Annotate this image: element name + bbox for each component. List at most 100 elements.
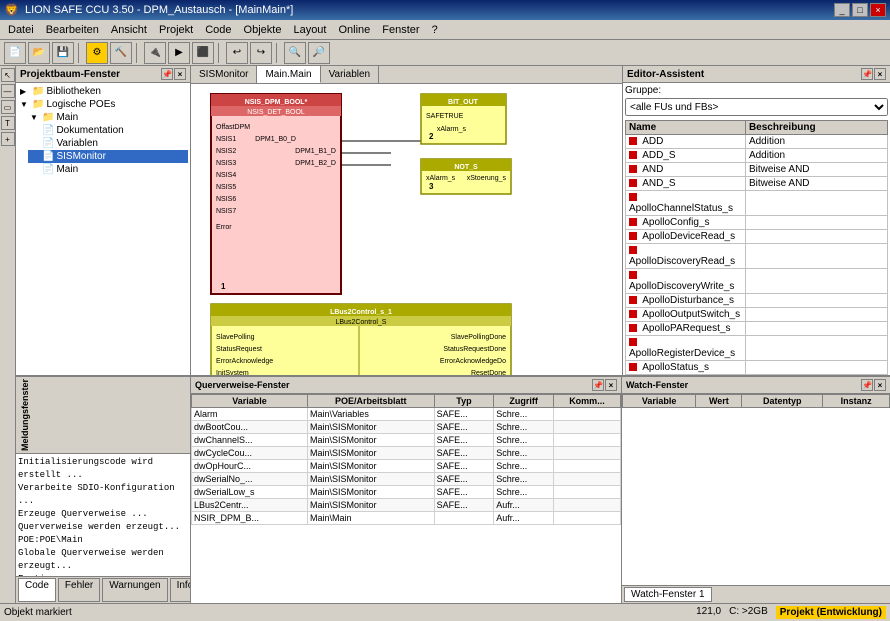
vars-close-btn[interactable]: ×: [605, 379, 617, 391]
var-cell-typ: SAFE...: [434, 421, 494, 434]
panel-pin-btn[interactable]: 📌: [161, 68, 173, 80]
editor-row[interactable]: ApolloDiscoveryRead_s: [626, 244, 888, 269]
var-row[interactable]: dwOpHourC... Main\SISMonitor SAFE... Sch…: [192, 460, 621, 473]
tree-item-logische[interactable]: ▼ 📁 Logische POEs: [18, 98, 188, 111]
function-icon: [629, 151, 637, 159]
status-memory: C: >2GB: [729, 606, 768, 619]
watch-col-instanz: Instanz: [823, 395, 890, 408]
var-row[interactable]: LBus2Centr... Main\SISMonitor SAFE... Au…: [192, 499, 621, 512]
toolbar-redo[interactable]: ↪: [250, 42, 272, 64]
close-button[interactable]: ×: [870, 3, 886, 17]
sidebar-block[interactable]: ▭: [1, 100, 15, 114]
toolbar-build[interactable]: 🔨: [110, 42, 132, 64]
sidebar-text[interactable]: T: [1, 116, 15, 130]
editor-row[interactable]: ADD Addition: [626, 135, 888, 149]
tree-item-dokumentation[interactable]: 📄 Dokumentation: [28, 124, 188, 137]
tab-watch1[interactable]: Watch-Fenster 1: [624, 587, 712, 602]
var-cell-comment: [553, 447, 620, 460]
editor-pin-btn[interactable]: 📌: [861, 68, 873, 80]
menu-fenster[interactable]: Fenster: [376, 20, 425, 40]
var-row[interactable]: dwCycleCou... Main\SISMonitor SAFE... Sc…: [192, 447, 621, 460]
var-cell-zugriff: Aufr...: [494, 499, 554, 512]
menu-code[interactable]: Code: [199, 20, 237, 40]
editor-row[interactable]: ApolloDisturbance_s: [626, 294, 888, 308]
toolbar-open[interactable]: 📂: [28, 42, 50, 64]
pin-offastdpm: OffastDPM: [216, 124, 250, 131]
maximize-button[interactable]: □: [852, 3, 868, 17]
menu-help[interactable]: ?: [426, 20, 444, 40]
var-col-poe: POE/Arbeitsblatt: [307, 395, 434, 408]
tree-item-main[interactable]: ▼ 📁 Main: [28, 111, 188, 124]
toolbar-stop[interactable]: ⬛: [192, 42, 214, 64]
editor-row[interactable]: ApolloConfig_s: [626, 216, 888, 230]
tab-code[interactable]: Code: [18, 578, 56, 602]
tree-item-main2[interactable]: 📄 Main: [28, 163, 188, 176]
toolbar-zoom-in[interactable]: 🔍: [284, 42, 306, 64]
editor-row[interactable]: AND Bitweise AND: [626, 163, 888, 177]
tab-variablen[interactable]: Variablen: [321, 66, 380, 83]
vars-pin-btn[interactable]: 📌: [592, 379, 604, 391]
watch-close-btn[interactable]: ×: [874, 379, 886, 391]
editor-row[interactable]: ApolloRegisterDevice_s: [626, 336, 888, 361]
editor-cell-name: ApolloDeviceRead_s: [626, 230, 746, 244]
menu-ansicht[interactable]: Ansicht: [105, 20, 153, 40]
menu-objekte[interactable]: Objekte: [238, 20, 288, 40]
var-col-variable: Variable: [192, 395, 308, 408]
editor-cell-desc: [745, 230, 887, 244]
group-dropdown[interactable]: <alle FUs und FBs>: [625, 98, 888, 116]
editor-row[interactable]: ApolloChannelStatus_s: [626, 191, 888, 216]
toolbar-connect[interactable]: 🔌: [144, 42, 166, 64]
var-row[interactable]: dwSerialNo_... Main\SISMonitor SAFE... S…: [192, 473, 621, 486]
tree-item-sismonitor[interactable]: 📄 SISMonitor: [28, 150, 188, 163]
editor-row[interactable]: AND_S Bitweise AND: [626, 177, 888, 191]
menu-projekt[interactable]: Projekt: [153, 20, 199, 40]
toolbar-undo[interactable]: ↩: [226, 42, 248, 64]
tab-mainmain[interactable]: Main.Main: [257, 66, 320, 83]
sidebar-zoom[interactable]: +: [1, 132, 15, 146]
tree-item-bibliotheken[interactable]: ▶ 📁 Bibliotheken: [18, 85, 188, 98]
toolbar-run[interactable]: ▶: [168, 42, 190, 64]
toolbar-zoom-out[interactable]: 🔎: [308, 42, 330, 64]
editor-cell-name: ApolloConfig_s: [626, 216, 746, 230]
diagram-canvas[interactable]: NSIS_DPM_BOOL* NSIS_DET_BOOL OffastDPM N…: [191, 84, 622, 375]
tab-infos[interactable]: Infos: [170, 578, 190, 602]
pin-error-nsis: Error: [216, 224, 232, 231]
watch-pin-btn[interactable]: 📌: [861, 379, 873, 391]
menu-bearbeiten[interactable]: Bearbeiten: [40, 20, 105, 40]
editor-row[interactable]: ApolloStatus_s: [626, 361, 888, 375]
minimize-button[interactable]: _: [834, 3, 850, 17]
var-row[interactable]: dwBootCou... Main\SISMonitor SAFE... Sch…: [192, 421, 621, 434]
editor-row[interactable]: ApolloDiscoveryWrite_s: [626, 269, 888, 294]
tab-fehler[interactable]: Fehler: [58, 578, 100, 602]
editor-row[interactable]: ApolloDeviceRead_s: [626, 230, 888, 244]
vars-scroll[interactable]: Variable POE/Arbeitsblatt Typ Zugriff Ko…: [191, 394, 621, 603]
toolbar-sep2: [136, 43, 140, 63]
log-line: Verarbeite SDIO-Konfiguration ...: [18, 482, 188, 508]
tree-item-variablen[interactable]: 📄 Variablen: [28, 137, 188, 150]
log-scroll[interactable]: Initialisierungscode wird erstellt ...Ve…: [16, 454, 190, 576]
toolbar-compile[interactable]: ⚙: [86, 42, 108, 64]
toolbar-new[interactable]: 📄: [4, 42, 26, 64]
var-row[interactable]: Alarm Main\Variables SAFE... Schre...: [192, 408, 621, 421]
tab-warnungen[interactable]: Warnungen: [102, 578, 167, 602]
toolbar-save[interactable]: 💾: [52, 42, 74, 64]
bottom-watch-header: Watch-Fenster 📌 ×: [622, 377, 890, 394]
editor-row[interactable]: ApolloPARequest_s: [626, 322, 888, 336]
var-col-zugriff: Zugriff: [494, 395, 554, 408]
var-row[interactable]: dwSerialLow_s Main\SISMonitor SAFE... Sc…: [192, 486, 621, 499]
menu-layout[interactable]: Layout: [287, 20, 332, 40]
watch-scroll[interactable]: Variable Wert Datentyp Instanz: [622, 394, 890, 585]
editor-row[interactable]: ADD_S Addition: [626, 149, 888, 163]
var-row[interactable]: NSIR_DPM_B... Main\Main Aufr...: [192, 512, 621, 525]
function-name: ApolloConfig_s: [642, 217, 709, 228]
panel-close-btn[interactable]: ×: [174, 68, 186, 80]
editor-row[interactable]: ApolloOutputSwitch_s: [626, 308, 888, 322]
menu-online[interactable]: Online: [332, 20, 376, 40]
tab-sismonitor[interactable]: SISMonitor: [191, 66, 257, 83]
menu-datei[interactable]: Datei: [2, 20, 40, 40]
sidebar-cursor[interactable]: ↖: [1, 68, 15, 82]
var-row[interactable]: dwChannelS... Main\SISMonitor SAFE... Sc…: [192, 434, 621, 447]
editor-row[interactable]: BIT_TEST Liest den Wert eines bestimmten…: [626, 375, 888, 376]
sidebar-wire[interactable]: —: [1, 84, 15, 98]
editor-close-btn[interactable]: ×: [874, 68, 886, 80]
